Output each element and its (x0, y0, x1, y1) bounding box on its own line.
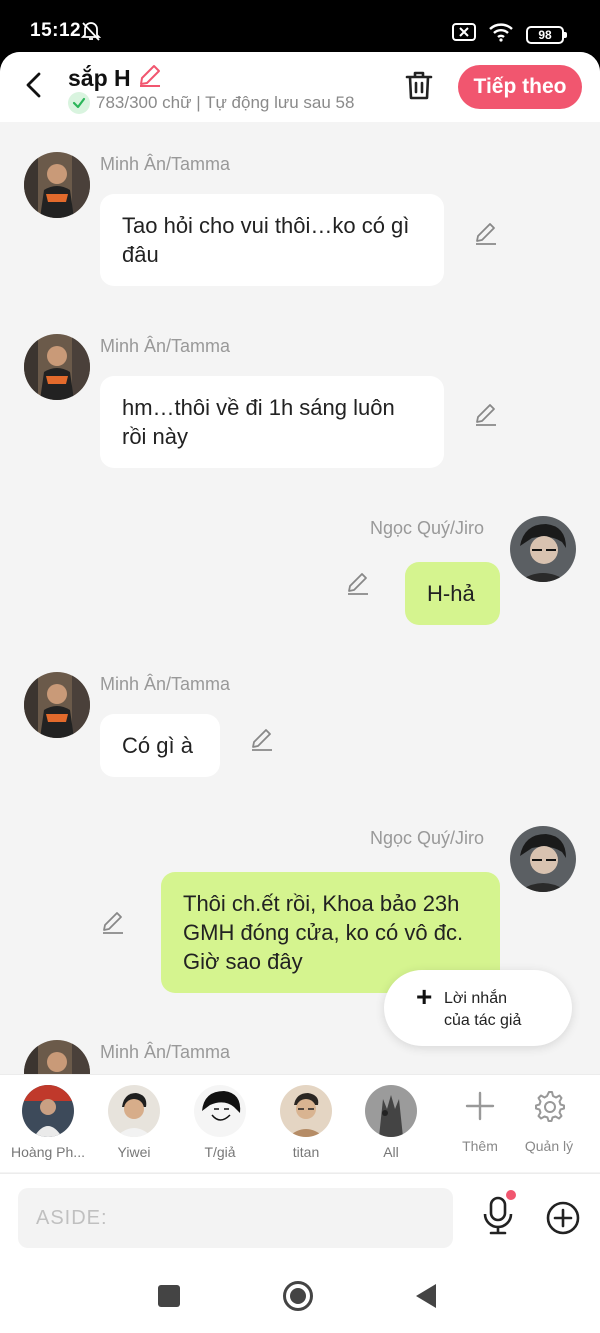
add-character-button[interactable]: Thêm (445, 1089, 515, 1154)
sender-name: Minh Ân/Tamma (100, 154, 231, 174)
story-title-area[interactable]: sắp H (68, 62, 163, 94)
pencil-edit-icon[interactable] (473, 401, 499, 427)
sender-name: Ngọc Quý/Jiro (370, 518, 485, 538)
avatar[interactable] (24, 672, 90, 738)
author-note-button[interactable]: + Lời nhắn của tác giả (384, 970, 572, 1046)
trash-icon[interactable] (404, 70, 434, 107)
character-item[interactable]: titan (264, 1085, 348, 1160)
back-button[interactable] (20, 70, 48, 100)
top-header: sắp H 783/300 chữ | Tự động lưu sau 58 T… (0, 52, 600, 122)
pencil-edit-icon[interactable] (345, 570, 371, 596)
avatar[interactable] (24, 334, 90, 400)
system-nav-bar (0, 1263, 600, 1333)
message-bubble[interactable]: Tao hỏi cho vui thôi…ko có gì đâu (100, 194, 444, 286)
avatar[interactable] (510, 516, 576, 582)
sim-off-icon (452, 23, 476, 46)
plus-icon (465, 1091, 495, 1121)
sender-name: Ngọc Quý/Jiro (370, 828, 485, 848)
home-button[interactable] (283, 1281, 313, 1311)
bell-muted-icon (80, 20, 102, 47)
sender-name: Minh Ân/Tamma (100, 1042, 231, 1062)
notification-dot (506, 1190, 516, 1200)
wifi-icon (488, 22, 514, 47)
character-name: T/giả (204, 1144, 236, 1160)
character-item[interactable]: T/giả (178, 1085, 262, 1160)
character-item[interactable]: Hoàng Ph... (6, 1085, 90, 1160)
add-label: Thêm (462, 1138, 498, 1154)
pencil-edit-icon[interactable] (249, 726, 275, 752)
word-count-status: 783/300 chữ | Tự động lưu sau 58 (68, 92, 354, 114)
character-avatar (194, 1085, 246, 1137)
avatar[interactable] (510, 826, 576, 892)
pencil-edit-title-icon[interactable] (137, 62, 163, 94)
character-avatar (108, 1085, 160, 1137)
author-note-label-line1: Lời nhắn (444, 990, 507, 1007)
add-circle-icon[interactable] (545, 1200, 581, 1241)
aside-input[interactable] (18, 1188, 453, 1248)
recents-button[interactable] (158, 1285, 180, 1307)
story-title: sắp H (68, 64, 131, 91)
manage-button[interactable]: Quản lý (514, 1089, 584, 1154)
avatar[interactable] (24, 152, 90, 218)
gear-icon (535, 1091, 565, 1122)
check-icon (68, 92, 90, 114)
sender-name: Minh Ân/Tamma (100, 336, 231, 356)
author-note-label-line2: của tác giả (444, 1012, 522, 1029)
sender-name: Minh Ân/Tamma (100, 674, 231, 694)
plus-icon: + (416, 981, 433, 1012)
message-bubble[interactable]: hm…thôi về đi 1h sáng luôn rồi này (100, 376, 444, 468)
character-name: titan (292, 1144, 320, 1160)
character-item[interactable]: Yiwei (92, 1085, 176, 1160)
system-back-button[interactable] (416, 1284, 436, 1308)
story-editor-screen: sắp H 783/300 chữ | Tự động lưu sau 58 T… (0, 52, 600, 1333)
character-avatar (280, 1085, 332, 1137)
message-bubble[interactable]: Có gì à (100, 714, 220, 777)
status-time: 15:12 (30, 20, 82, 41)
battery-icon: 98 (526, 25, 567, 44)
character-name: Yiwei (117, 1144, 151, 1160)
pencil-edit-icon[interactable] (473, 220, 499, 246)
microphone-icon[interactable] (480, 1196, 516, 1241)
character-name: All (383, 1144, 399, 1160)
pencil-edit-icon[interactable] (100, 909, 126, 935)
word-count-text: 783/300 chữ | Tự động lưu sau 58 (96, 93, 355, 112)
character-avatar (365, 1085, 417, 1137)
character-name: Hoàng Ph... (11, 1144, 85, 1160)
character-avatar (22, 1085, 74, 1137)
manage-label: Quản lý (524, 1138, 574, 1154)
message-bubble[interactable]: H-hả (405, 562, 500, 625)
character-selector-bar: Hoàng Ph... Yiwei T/giả titan All Thêm Q… (0, 1074, 600, 1172)
next-button[interactable]: Tiếp theo (458, 65, 582, 109)
input-bar (0, 1173, 600, 1263)
character-item[interactable]: All (349, 1085, 433, 1160)
